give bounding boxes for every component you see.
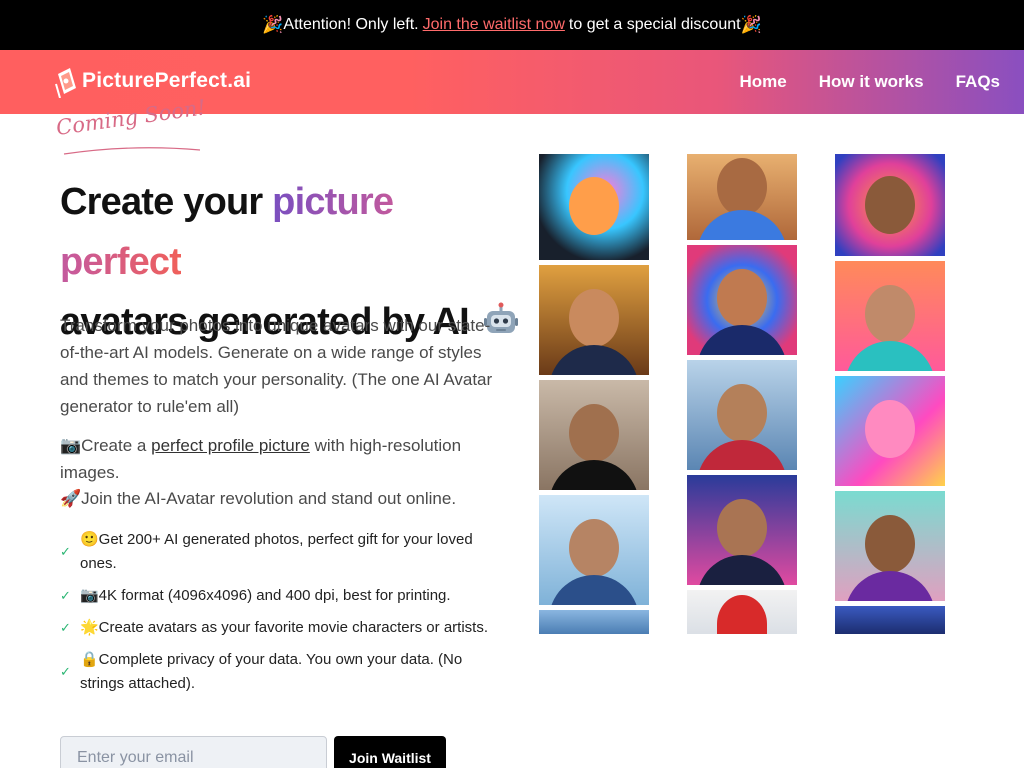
nav-home[interactable]: Home (740, 72, 787, 92)
avatar-gallery-column-1 (539, 154, 649, 634)
avatar-image (687, 590, 797, 634)
avatar-image (835, 606, 945, 634)
logo-icon (54, 64, 78, 99)
feature-revolution: 🚀Join the AI-Avatar revolution and stand… (60, 489, 457, 508)
avatar-image (539, 380, 649, 490)
avatar-image (539, 154, 649, 260)
email-input[interactable] (60, 736, 327, 768)
announcement-suffix: to get a special discount (568, 16, 741, 33)
checklist-text: 📷4K format (4096x4096) and 400 dpi, best… (80, 587, 451, 604)
join-waitlist-button[interactable]: Join Waitlist (334, 736, 446, 768)
nav-links: Home How it works FAQs (740, 50, 1001, 114)
checklist-text: 🙂Get 200+ AI generated photos, perfect g… (80, 531, 473, 572)
avatar-image (687, 475, 797, 585)
join-waitlist-link[interactable]: Join the waitlist now (423, 16, 565, 34)
avatar-image (687, 154, 797, 240)
perfect-profile-picture-link[interactable]: perfect profile picture (151, 436, 310, 455)
avatar-image (835, 261, 945, 371)
feature-checklist: ✓ 🙂Get 200+ AI generated photos, perfect … (60, 528, 500, 704)
checkmark-icon: ✓ (60, 588, 71, 603)
avatar-image (687, 360, 797, 470)
feature1-prefix: 📷Create a (60, 436, 147, 455)
avatar-image (539, 495, 649, 605)
nav-faqs[interactable]: FAQs (956, 72, 1000, 92)
headline-part-1: Create your (60, 181, 263, 223)
avatar-image (835, 376, 945, 486)
avatar-image (835, 491, 945, 601)
party-popper-icon: 🎉 (740, 15, 762, 34)
coming-soon-underline (63, 147, 201, 155)
avatar-gallery-column-3 (835, 154, 945, 634)
checklist-text: 🌟Create avatars as your favorite movie c… (80, 619, 488, 636)
checkmark-icon: ✓ (60, 664, 71, 679)
party-popper-icon: 🎉 (262, 15, 284, 34)
list-item: ✓ 📷4K format (4096x4096) and 400 dpi, bes… (60, 584, 500, 608)
avatar-image (539, 610, 649, 634)
avatar-image (539, 265, 649, 375)
logo-text: PicturePerfect.ai (82, 69, 252, 92)
list-item: ✓ 🙂Get 200+ AI generated photos, perfect … (60, 528, 500, 576)
checklist-text: 🔒Complete privacy of your data. You own … (80, 651, 463, 692)
avatar-gallery-column-2 (687, 154, 797, 634)
feature-profile-picture: 📷Create a perfect profile picture with h… (60, 432, 510, 486)
list-item: ✓ 🌟Create avatars as your favorite movie … (60, 616, 500, 640)
checkmark-icon: ✓ (60, 620, 71, 635)
announcement-text: Attention! Only left. (283, 16, 419, 33)
avatar-image (835, 154, 945, 256)
list-item: ✓ 🔒Complete privacy of your data. You own… (60, 648, 500, 696)
checkmark-icon: ✓ (60, 544, 71, 559)
hero-description: Transform your photos into unique avatar… (60, 316, 493, 416)
logo[interactable]: PicturePerfect.ai (54, 64, 252, 99)
nav-how-it-works[interactable]: How it works (819, 72, 924, 92)
announcement-bar: 🎉 Attention! Only left. Join the waitlis… (0, 0, 1024, 50)
avatar-image (687, 245, 797, 355)
